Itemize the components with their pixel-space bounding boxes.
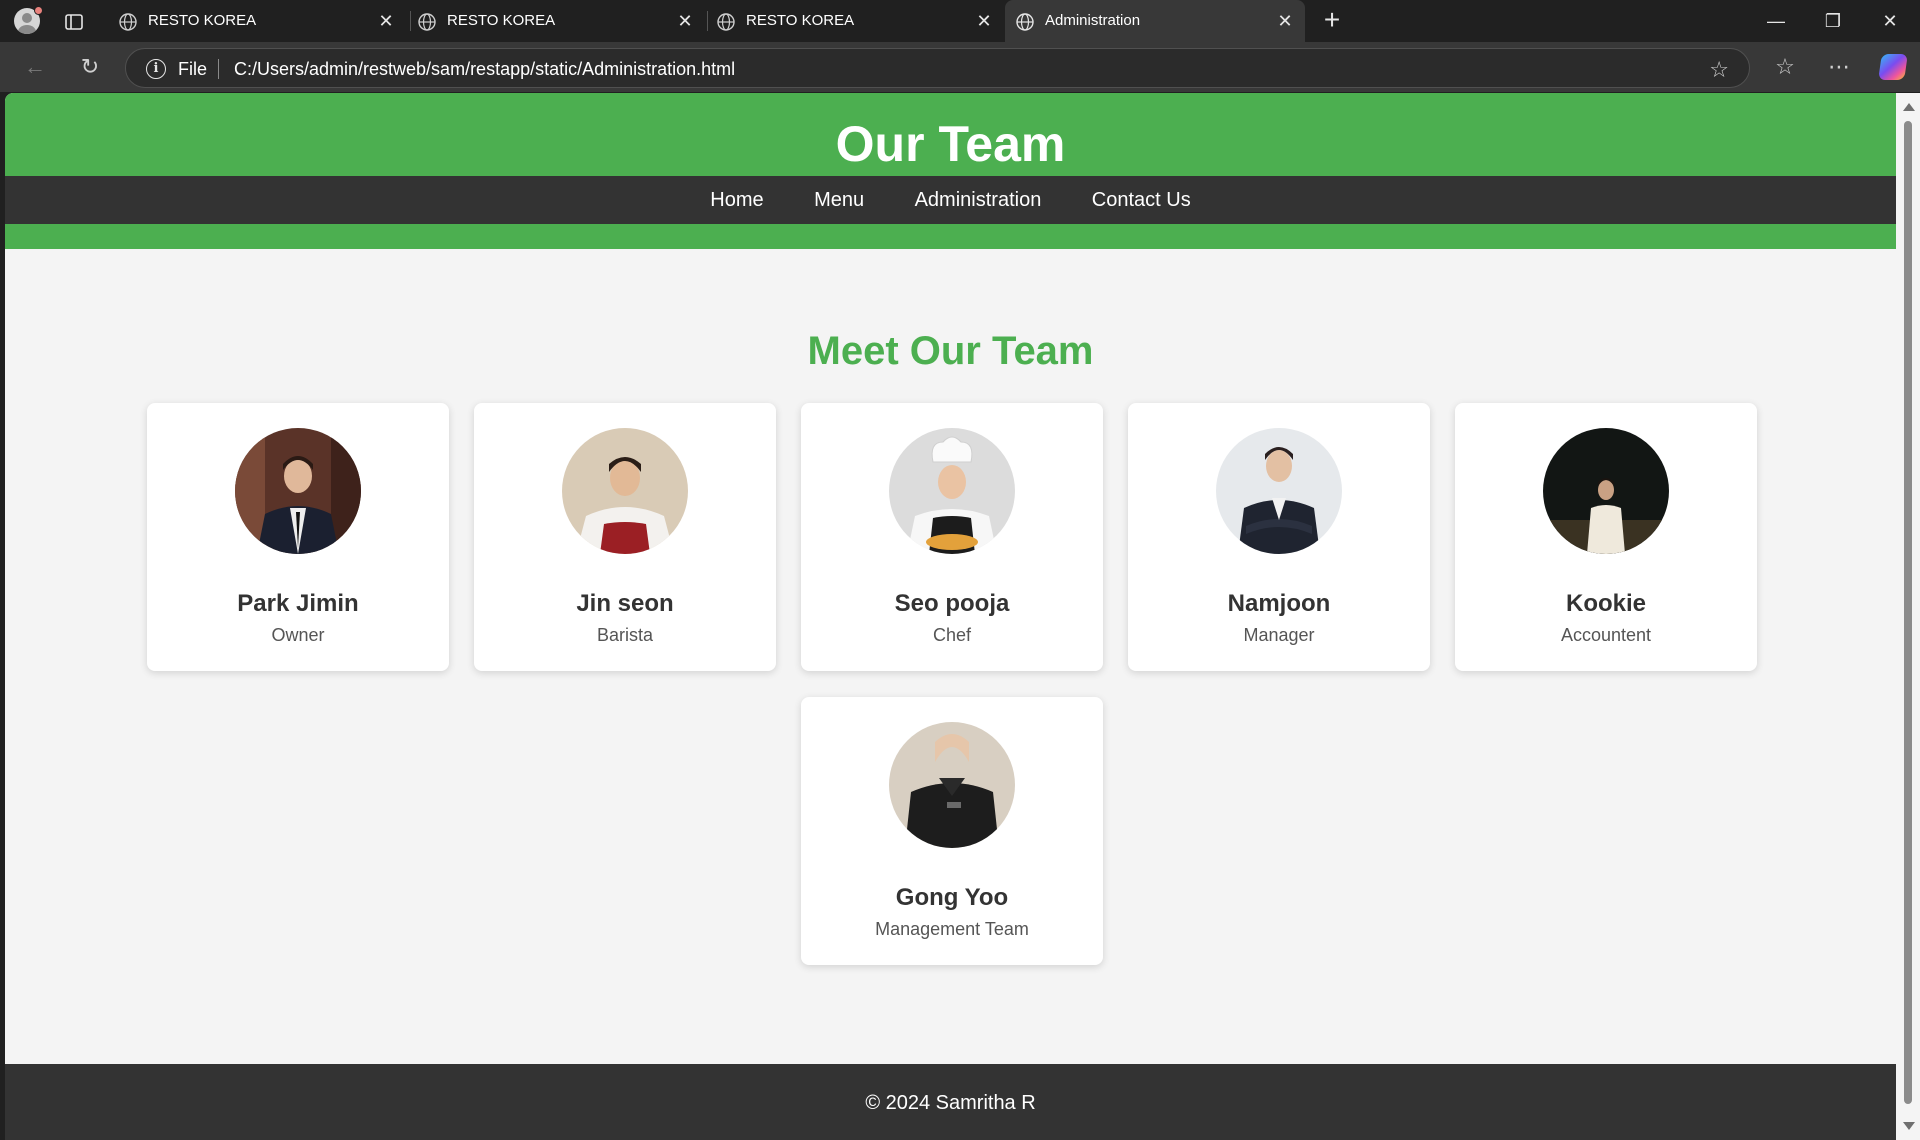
site-footer: © 2024 Samritha R — [5, 1064, 1896, 1140]
team-member-photo — [235, 428, 361, 554]
tab-title: RESTO KOREA — [746, 12, 855, 29]
browser-tab-active[interactable]: Administration ✕ — [1005, 0, 1305, 42]
address-bar[interactable]: i File C:/Users/admin/restweb/sam/restap… — [125, 48, 1750, 88]
team-member-name: Jin seon — [576, 590, 674, 617]
section-title: Meet Our Team — [807, 329, 1094, 373]
team-card: Namjoon Manager — [1128, 403, 1430, 671]
team-member-role: Accountent — [1560, 625, 1652, 645]
more-options-icon[interactable]: ⋯ — [1826, 54, 1852, 80]
close-tab-icon[interactable]: ✕ — [675, 11, 695, 31]
tab-title: RESTO KOREA — [148, 12, 257, 29]
nav-contact-link[interactable]: Contact Us — [1092, 176, 1191, 224]
browser-toolbar: ← ↻ i File C:/Users/admin/restweb/sam/re… — [0, 42, 1920, 92]
new-tab-icon[interactable]: + — [1319, 6, 1345, 34]
team-member-name: Seo pooja — [894, 590, 1010, 617]
team-member-name: Gong Yoo — [895, 884, 1009, 911]
refresh-icon[interactable]: ↻ — [77, 54, 103, 80]
team-card: Jin seon Barista — [474, 403, 776, 671]
copilot-icon[interactable] — [1878, 54, 1908, 80]
scroll-down-icon[interactable] — [1903, 1122, 1915, 1130]
globe-icon — [418, 13, 436, 31]
team-card: Gong Yoo Management Team — [801, 697, 1103, 965]
nav-home-link[interactable]: Home — [710, 176, 763, 224]
page-title: Our Team — [835, 116, 1066, 172]
team-member-role: Owner — [271, 625, 325, 645]
scrollbar-thumb[interactable] — [1904, 121, 1912, 1104]
tab-actions-icon[interactable] — [62, 10, 86, 34]
team-member-photo — [889, 428, 1015, 554]
info-icon[interactable]: i — [146, 59, 166, 79]
globe-icon — [119, 13, 137, 31]
globe-icon — [717, 13, 735, 31]
nav-administration-link[interactable]: Administration — [915, 176, 1042, 224]
favorites-icon[interactable]: ☆ — [1772, 54, 1798, 80]
main-nav: Home Menu Administration Contact Us — [5, 176, 1896, 224]
browser-tab[interactable]: RESTO KOREA ✕ — [407, 0, 705, 42]
browser-tab[interactable]: RESTO KOREA ✕ — [706, 0, 1004, 42]
page-scrollbar[interactable] — [1896, 93, 1920, 1140]
team-member-photo — [1216, 428, 1342, 554]
profile-avatar-icon[interactable] — [12, 6, 43, 34]
close-window-icon[interactable]: ✕ — [1862, 0, 1918, 42]
team-member-role: Chef — [932, 625, 972, 645]
site-header: Our Team Home Menu Administration Contac… — [5, 93, 1896, 249]
team-member-photo — [562, 428, 688, 554]
team-member-photo — [1543, 428, 1669, 554]
tab-title: Administration — [1045, 12, 1141, 29]
team-card: Seo pooja Chef — [801, 403, 1103, 671]
minimize-icon[interactable]: — — [1748, 0, 1804, 42]
scroll-up-icon[interactable] — [1903, 103, 1915, 111]
browser-tab-bar: RESTO KOREA ✕ RESTO KOREA ✕ RESTO KOREA … — [0, 0, 1920, 42]
close-tab-icon[interactable]: ✕ — [1275, 11, 1295, 31]
team-member-role: Barista — [596, 625, 654, 645]
footer-copyright: © 2024 Samritha R — [865, 1092, 1036, 1114]
address-url[interactable]: C:/Users/admin/restweb/sam/restapp/stati… — [234, 59, 735, 80]
tab-title: RESTO KOREA — [447, 12, 556, 29]
favorite-star-icon[interactable]: ☆ — [1709, 57, 1729, 83]
team-member-role: Manager — [1243, 625, 1315, 645]
back-arrow-icon[interactable]: ← — [22, 54, 48, 80]
team-member-name: Park Jimin — [237, 590, 359, 617]
restore-icon[interactable]: ❐ — [1805, 0, 1861, 42]
close-tab-icon[interactable]: ✕ — [974, 11, 994, 31]
team-card: Park Jimin Owner — [147, 403, 449, 671]
address-scheme: File — [178, 59, 208, 79]
nav-menu-link[interactable]: Menu — [814, 176, 864, 224]
team-card: Kookie Accountent — [1455, 403, 1757, 671]
team-member-photo — [889, 722, 1015, 848]
globe-icon — [1016, 13, 1034, 31]
close-tab-icon[interactable]: ✕ — [376, 11, 396, 31]
browser-tab[interactable]: RESTO KOREA ✕ — [108, 0, 406, 42]
page-viewport: Our Team Home Menu Administration Contac… — [5, 93, 1896, 1140]
team-member-name: Kookie — [1565, 590, 1646, 617]
team-member-role: Management Team — [875, 919, 1029, 939]
team-member-name: Namjoon — [1227, 590, 1331, 617]
